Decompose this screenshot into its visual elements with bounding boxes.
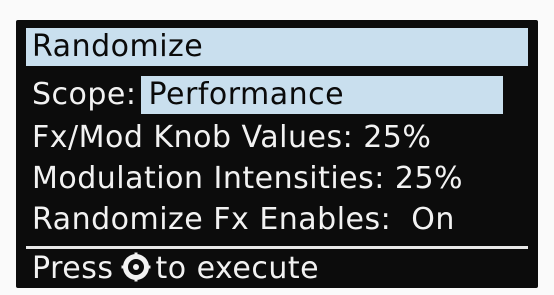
setting-value[interactable]: 25% xyxy=(395,161,463,196)
setting-row-randomize-fx-enables[interactable]: Randomize Fx Enables: On xyxy=(26,201,528,239)
menu-title: Randomize xyxy=(26,28,528,66)
setting-row-modulation-intensities[interactable]: Modulation Intensities: 25% xyxy=(26,160,528,198)
setting-value[interactable]: On xyxy=(411,202,455,237)
menu-title-label: Randomize xyxy=(32,29,204,64)
setting-row-fx-mod-knob-values[interactable]: Fx/Mod Knob Values: 25% xyxy=(26,119,528,157)
device-frame: Randomize Scope: Performance Fx/Mod Knob … xyxy=(0,0,554,295)
execute-hint: Press to execute xyxy=(26,250,528,288)
scope-value[interactable]: Performance xyxy=(140,76,503,114)
execute-hint-prefix: Press xyxy=(32,251,114,286)
setting-value[interactable]: 25% xyxy=(363,120,431,155)
execute-hint-suffix: to execute xyxy=(155,251,320,286)
setting-label: Randomize Fx Enables: xyxy=(32,202,392,237)
knob-icon xyxy=(121,252,151,282)
scope-label: Scope: xyxy=(32,77,137,112)
display-screen: Randomize Scope: Performance Fx/Mod Knob … xyxy=(16,20,538,288)
setting-label: Fx/Mod Knob Values: xyxy=(32,120,354,155)
footer-divider xyxy=(26,246,528,249)
setting-label: Modulation Intensities: xyxy=(32,161,385,196)
scope-row[interactable]: Scope: Performance xyxy=(26,76,528,114)
